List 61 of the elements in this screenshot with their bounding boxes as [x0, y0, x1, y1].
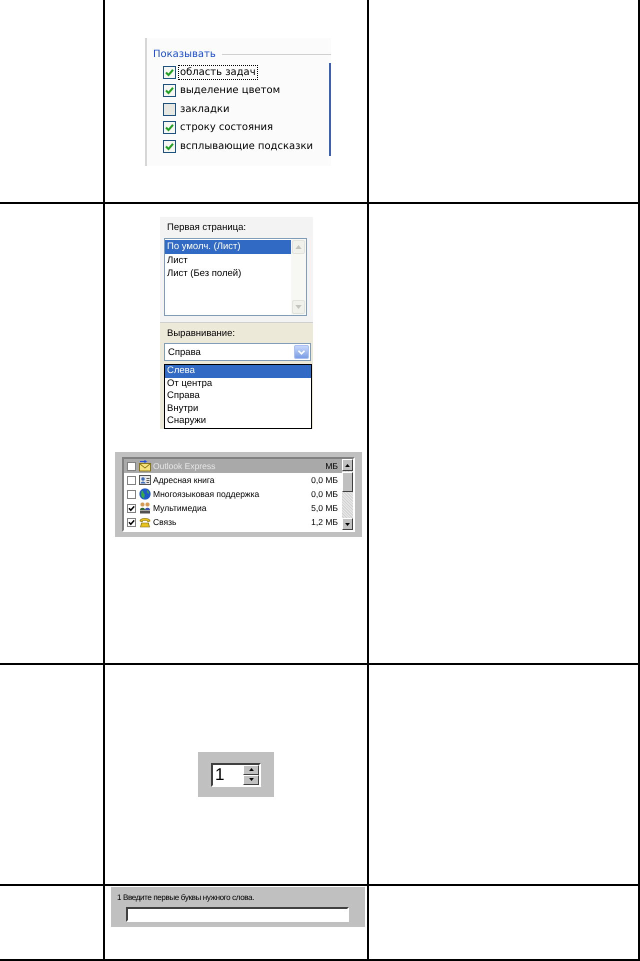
- list-item[interactable]: Мультимедиа 5,0 МБ: [124, 501, 342, 515]
- list-option[interactable]: Лист (Без полей): [165, 267, 291, 280]
- phone-icon: [139, 516, 151, 528]
- spin-down-button[interactable]: [243, 774, 259, 784]
- triangle-up-icon: [345, 464, 350, 466]
- item-size: 0,0 МБ: [311, 475, 338, 485]
- triangle-down-icon: [295, 305, 302, 309]
- list-option[interactable]: Лист: [165, 254, 291, 267]
- item-name: Адресная книга: [153, 475, 216, 485]
- people-icon: [139, 502, 151, 514]
- dropdown-option[interactable]: Снаружи: [165, 415, 311, 428]
- item-name: Мультимедиа: [153, 503, 208, 513]
- item-size: МБ: [325, 461, 338, 471]
- list-item[interactable]: Адресная книга 0,0 МБ: [124, 473, 342, 487]
- field-label: Первая страница:: [167, 222, 246, 234]
- item-name: Outlook Express: [153, 461, 216, 471]
- checkbox[interactable]: [163, 66, 176, 79]
- item-size: 1,2 МБ: [311, 517, 338, 527]
- dropdown-button[interactable]: [294, 345, 309, 359]
- dropdown-option[interactable]: От центра: [165, 378, 311, 390]
- list-item[interactable]: Многоязыковая поддержка 0,0 МБ: [124, 487, 342, 501]
- text-input-field[interactable]: [126, 907, 349, 922]
- scrollbar-thumb[interactable]: [342, 472, 353, 492]
- checkbox[interactable]: [163, 121, 176, 134]
- checkbox-label[interactable]: выделение цветом: [179, 84, 282, 98]
- checkbox[interactable]: [163, 84, 176, 98]
- checkbox[interactable]: [163, 140, 176, 153]
- checkbox-label[interactable]: всплывающие подсказки: [179, 140, 314, 153]
- checkbox[interactable]: [127, 504, 136, 512]
- field-label: Выравнивание:: [167, 328, 236, 340]
- dropdown-option[interactable]: Слева: [165, 365, 311, 378]
- item-name: Многоязыковая поддержка: [153, 489, 260, 499]
- globe-icon: [139, 488, 151, 500]
- field-label: 1 Введите первые буквы нужного слова.: [117, 892, 254, 903]
- checkbox[interactable]: [127, 518, 136, 526]
- triangle-down-icon: [345, 522, 350, 526]
- checkbox-label[interactable]: закладки: [179, 102, 230, 116]
- checkbox[interactable]: [163, 102, 176, 116]
- list-item[interactable]: Связь 1,2 МБ: [124, 515, 342, 529]
- chevron-down-icon: [298, 350, 305, 354]
- checkbox[interactable]: [127, 462, 136, 470]
- dropdown-option[interactable]: Справа: [165, 390, 311, 402]
- triangle-up-icon: [248, 768, 254, 771]
- item-name: Связь: [153, 517, 178, 527]
- triangle-up-icon: [295, 245, 302, 249]
- spin-up-button[interactable]: [243, 764, 259, 774]
- item-size: 0,0 МБ: [311, 489, 338, 499]
- checkbox-label[interactable]: область задач: [179, 66, 257, 79]
- triangle-down-icon: [248, 778, 254, 781]
- checkbox-label[interactable]: строку состояния: [179, 121, 274, 134]
- dropdown-option[interactable]: Внутри: [165, 402, 311, 415]
- list-item[interactable]: Outlook Express МБ: [124, 459, 342, 473]
- address-card-icon: [139, 474, 151, 486]
- item-size: 5,0 МБ: [311, 503, 338, 513]
- dropdown-field[interactable]: Справа: [164, 343, 311, 361]
- checkbox[interactable]: [127, 476, 136, 484]
- envelope-icon: [139, 460, 151, 472]
- number-field[interactable]: 1: [211, 762, 261, 786]
- group-title: Показывать: [153, 48, 216, 61]
- list-option[interactable]: По умолч. (Лист): [165, 240, 291, 254]
- checkbox[interactable]: [127, 490, 136, 498]
